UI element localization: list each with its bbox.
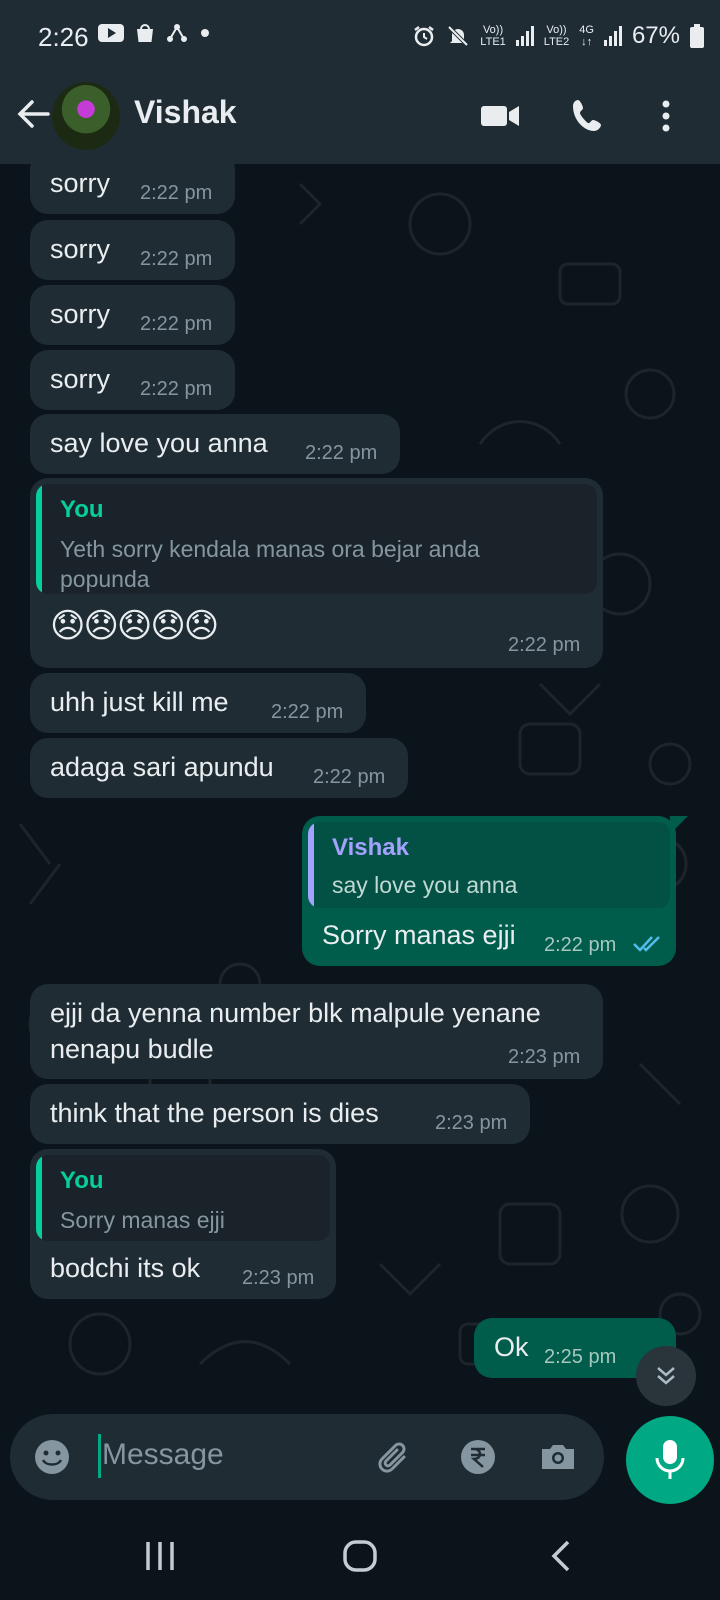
quote-author: You [60,1167,104,1194]
mute-icon [447,25,469,47]
attachment-icon[interactable] [374,1435,418,1479]
system-status-icons: Vo)) LTE1 Vo)) LTE2 4G ↓↑ 67% [412,22,704,50]
message-time: 2:22 pm [140,313,213,335]
message-list[interactable]: sorry 2:22 pm sorry 2:22 pm sorry 2:22 p… [0,164,720,1414]
message-text: uhh just kill me [50,687,229,717]
sim2-volte: Vo)) LTE2 [543,24,570,48]
message-time: 2:22 pm [508,634,581,656]
camera-icon[interactable] [536,1435,580,1479]
signal-icon [515,26,534,46]
incoming-message[interactable]: sorry 2:22 pm [30,350,235,410]
app-notification-icon [167,24,187,42]
voice-call-icon[interactable] [566,94,610,138]
incoming-reply-message[interactable]: You Yeth sorry kendala manas ora bejar a… [30,478,603,668]
network-type: 4G ↓↑ [579,24,594,48]
message-time: 2:22 pm [140,248,213,270]
message-text: sorry [50,168,110,198]
notification-icons [98,22,212,44]
message-text: think that the person is dies [50,1098,379,1128]
microphone-icon [655,1440,685,1479]
incoming-message[interactable]: ejji da yenna number blk malpule yenane … [30,984,603,1079]
message-time: 2:25 pm [544,1346,617,1368]
quote-text: say love you anna [332,872,518,898]
quoted-message[interactable]: Vishak say love you anna [308,822,670,908]
incoming-message[interactable]: sorry 2:22 pm [30,285,235,345]
more-options-icon[interactable] [644,94,688,138]
message-composer: Message [10,1414,604,1500]
dot-icon [201,29,209,37]
message-text: adaga sari apundu [50,752,274,782]
message-text: Ok [494,1332,529,1362]
home-icon[interactable] [340,1536,380,1576]
message-time: 2:23 pm [435,1112,508,1134]
quote-bar [36,484,42,594]
contact-avatar[interactable] [52,82,120,150]
system-navigation-bar [0,1512,720,1600]
quote-text: Yeth sorry kendala manas ora bejar anda [60,536,480,562]
bubble-tail [670,816,688,834]
shopping-bag-icon [137,24,153,42]
incoming-message[interactable]: adaga sari apundu 2:22 pm [30,738,408,798]
message-text: nenapu budle [50,1034,214,1064]
video-call-icon[interactable] [478,94,522,138]
quote-author: You [60,496,104,523]
quote-author: Vishak [332,834,409,861]
back-arrow-icon[interactable] [14,94,54,134]
message-time: 2:23 pm [242,1267,315,1289]
message-time: 2:22 pm [140,182,213,204]
battery-percent: 67% [631,22,680,49]
sim1-volte: Vo)) LTE1 [480,24,506,48]
quote-bar [36,1155,42,1241]
read-receipt-icon [633,936,660,952]
message-time: 2:22 pm [305,442,378,464]
message-text: sorry [50,299,110,329]
emoji-icon[interactable] [30,1435,74,1479]
message-time: 2:23 pm [508,1046,581,1068]
message-text: Sorry manas ejji [322,920,516,950]
double-chevron-down-icon [657,1367,675,1385]
status-bar: 2:26 Vo)) LTE1 Vo)) LTE2 4G ↓↑ 67% [0,0,720,72]
quoted-message[interactable]: You Yeth sorry kendala manas ora bejar a… [36,484,597,594]
alarm-icon [414,26,435,47]
chat-header: Vishak [0,72,720,164]
incoming-message[interactable]: sorry 2:22 pm [30,220,235,280]
incoming-message[interactable]: sorry 2:22 pm [30,164,235,214]
battery-icon [690,24,704,48]
message-text: say love you anna [50,428,268,458]
payment-rupee-icon[interactable] [456,1435,500,1479]
message-time: 2:22 pm [140,378,213,400]
youtube-icon [98,24,124,42]
incoming-message[interactable]: say love you anna 2:22 pm [30,414,400,474]
message-text: 😞😞😞😞😞 [50,607,219,645]
message-text: sorry [50,234,110,264]
message-input[interactable]: Message [102,1438,224,1472]
quote-text: Sorry manas ejji [60,1207,225,1233]
incoming-message[interactable]: think that the person is dies 2:23 pm [30,1084,530,1144]
incoming-message[interactable]: uhh just kill me 2:22 pm [30,673,366,733]
scroll-to-bottom-button[interactable] [636,1346,696,1406]
message-time: 2:22 pm [544,934,617,956]
incoming-reply-message[interactable]: You Sorry manas ejji bodchi its ok 2:23 … [30,1149,336,1299]
message-text: bodchi its ok [50,1253,201,1283]
voice-message-button[interactable] [626,1416,714,1504]
quote-bar [308,822,314,908]
outgoing-reply-message[interactable]: Vishak say love you anna Sorry manas ejj… [302,816,676,966]
contact-name[interactable]: Vishak [134,94,237,131]
recent-apps-icon[interactable] [140,1536,180,1576]
quote-text: popunda [60,566,150,592]
message-time: 2:22 pm [271,701,344,723]
text-cursor [98,1434,101,1478]
signal-icon [603,26,622,46]
status-time: 2:26 [38,22,89,52]
message-time: 2:22 pm [313,766,386,788]
message-text: sorry [50,364,110,394]
message-text: ejji da yenna number blk malpule yenane [50,998,541,1028]
quoted-message[interactable]: You Sorry manas ejji [36,1155,330,1241]
back-nav-icon[interactable] [542,1536,582,1576]
